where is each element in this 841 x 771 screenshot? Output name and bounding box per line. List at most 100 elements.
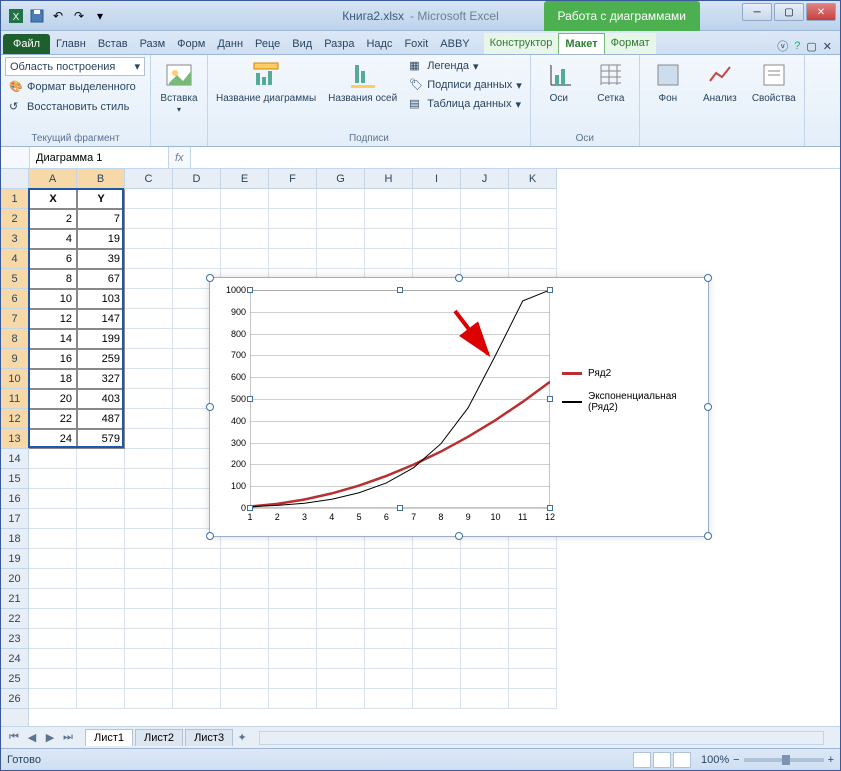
cell-K22[interactable] xyxy=(509,609,557,629)
tab-Foxit[interactable]: Foxit xyxy=(398,34,434,54)
cell-J23[interactable] xyxy=(461,629,509,649)
cell-G4[interactable] xyxy=(317,249,365,269)
cell-B10[interactable]: 327 xyxy=(77,369,125,389)
cell-C20[interactable] xyxy=(125,569,173,589)
cell-E1[interactable] xyxy=(221,189,269,209)
cell-D22[interactable] xyxy=(173,609,221,629)
cell-I3[interactable] xyxy=(413,229,461,249)
cell-F3[interactable] xyxy=(269,229,317,249)
name-box[interactable] xyxy=(29,147,169,168)
cell-H24[interactable] xyxy=(365,649,413,669)
cell-A12[interactable]: 22 xyxy=(29,409,77,429)
cell-C7[interactable] xyxy=(125,309,173,329)
cell-C14[interactable] xyxy=(125,449,173,469)
tab-ctx-Макет[interactable]: Макет xyxy=(558,33,604,54)
cell-A11[interactable]: 20 xyxy=(29,389,77,409)
chart-element-selector[interactable]: Область построения▾ xyxy=(5,57,145,76)
plot-area[interactable]: 0100200300400500600700800900100012345678… xyxy=(250,290,550,508)
cell-C23[interactable] xyxy=(125,629,173,649)
cell-I26[interactable] xyxy=(413,689,461,709)
cell-A1[interactable]: X xyxy=(29,189,77,209)
new-sheet-button[interactable]: ✦ xyxy=(234,730,250,746)
format-selection-button[interactable]: 🎨Формат выделенного xyxy=(5,78,140,96)
sheet-nav[interactable]: ⏭ xyxy=(60,730,76,746)
cell-J25[interactable] xyxy=(461,669,509,689)
col-header-I[interactable]: I xyxy=(413,169,461,189)
cell-C2[interactable] xyxy=(125,209,173,229)
zoom-in-button[interactable]: + xyxy=(828,754,834,766)
sheet-tab-Лист1[interactable]: Лист1 xyxy=(85,729,133,746)
fx-icon[interactable]: fx xyxy=(169,152,190,164)
cell-B16[interactable] xyxy=(77,489,125,509)
cell-H25[interactable] xyxy=(365,669,413,689)
tab-Данн[interactable]: Данн xyxy=(211,34,249,54)
cell-E26[interactable] xyxy=(221,689,269,709)
cell-E23[interactable] xyxy=(221,629,269,649)
cell-C5[interactable] xyxy=(125,269,173,289)
cell-D25[interactable] xyxy=(173,669,221,689)
chart-legend[interactable]: Ряд2 Экспоненциальная (Ряд2) xyxy=(562,368,698,425)
sheet-nav[interactable]: ⏮ xyxy=(6,730,22,746)
chart-object[interactable]: 0100200300400500600700800900100012345678… xyxy=(209,277,709,537)
col-header-B[interactable]: B xyxy=(77,169,125,189)
cell-D1[interactable] xyxy=(173,189,221,209)
series-Ряд2[interactable] xyxy=(250,382,550,507)
save-icon[interactable] xyxy=(28,7,46,25)
col-header-H[interactable]: H xyxy=(365,169,413,189)
chart-title-button[interactable]: Название диаграммы xyxy=(212,57,320,106)
cell-H3[interactable] xyxy=(365,229,413,249)
cell-A14[interactable] xyxy=(29,449,77,469)
cell-B9[interactable]: 259 xyxy=(77,349,125,369)
cell-B8[interactable]: 199 xyxy=(77,329,125,349)
col-header-E[interactable]: E xyxy=(221,169,269,189)
cell-G22[interactable] xyxy=(317,609,365,629)
sheet-nav[interactable]: ◀ xyxy=(24,730,40,746)
series-Экспоненциальная (Ряд2)[interactable] xyxy=(250,290,550,507)
close-button[interactable]: ✕ xyxy=(806,3,836,21)
row-header-9[interactable]: 9 xyxy=(1,349,28,369)
cell-C26[interactable] xyxy=(125,689,173,709)
cell-F21[interactable] xyxy=(269,589,317,609)
redo-icon[interactable]: ↷ xyxy=(70,7,88,25)
excel-icon[interactable]: X xyxy=(7,7,25,25)
cell-G23[interactable] xyxy=(317,629,365,649)
row-header-21[interactable]: 21 xyxy=(1,589,28,609)
cell-A4[interactable]: 6 xyxy=(29,249,77,269)
tab-Вид[interactable]: Вид xyxy=(286,34,318,54)
cell-A23[interactable] xyxy=(29,629,77,649)
cell-A20[interactable] xyxy=(29,569,77,589)
cell-F24[interactable] xyxy=(269,649,317,669)
row-header-22[interactable]: 22 xyxy=(1,609,28,629)
select-all-corner[interactable] xyxy=(1,169,28,189)
cell-A2[interactable]: 2 xyxy=(29,209,77,229)
row-header-18[interactable]: 18 xyxy=(1,529,28,549)
cell-G21[interactable] xyxy=(317,589,365,609)
cell-F19[interactable] xyxy=(269,549,317,569)
row-header-24[interactable]: 24 xyxy=(1,649,28,669)
reset-style-button[interactable]: ↺Восстановить стиль xyxy=(5,98,133,116)
cell-C21[interactable] xyxy=(125,589,173,609)
cell-B12[interactable]: 487 xyxy=(77,409,125,429)
cell-C1[interactable] xyxy=(125,189,173,209)
tab-ctx-Формат[interactable]: Формат xyxy=(605,33,656,54)
cell-J4[interactable] xyxy=(461,249,509,269)
cell-F25[interactable] xyxy=(269,669,317,689)
cell-G19[interactable] xyxy=(317,549,365,569)
cell-B18[interactable] xyxy=(77,529,125,549)
formula-input[interactable] xyxy=(190,147,840,168)
cell-B13[interactable]: 579 xyxy=(77,429,125,449)
cell-K20[interactable] xyxy=(509,569,557,589)
cell-E24[interactable] xyxy=(221,649,269,669)
cell-G26[interactable] xyxy=(317,689,365,709)
gridlines-button[interactable]: Сетка xyxy=(587,57,635,106)
cell-C16[interactable] xyxy=(125,489,173,509)
tab-Главн[interactable]: Главн xyxy=(50,34,92,54)
tab-Встав[interactable]: Встав xyxy=(92,34,134,54)
cell-J21[interactable] xyxy=(461,589,509,609)
row-header-23[interactable]: 23 xyxy=(1,629,28,649)
cell-A19[interactable] xyxy=(29,549,77,569)
cell-B23[interactable] xyxy=(77,629,125,649)
cell-B19[interactable] xyxy=(77,549,125,569)
cell-A22[interactable] xyxy=(29,609,77,629)
row-header-25[interactable]: 25 xyxy=(1,669,28,689)
